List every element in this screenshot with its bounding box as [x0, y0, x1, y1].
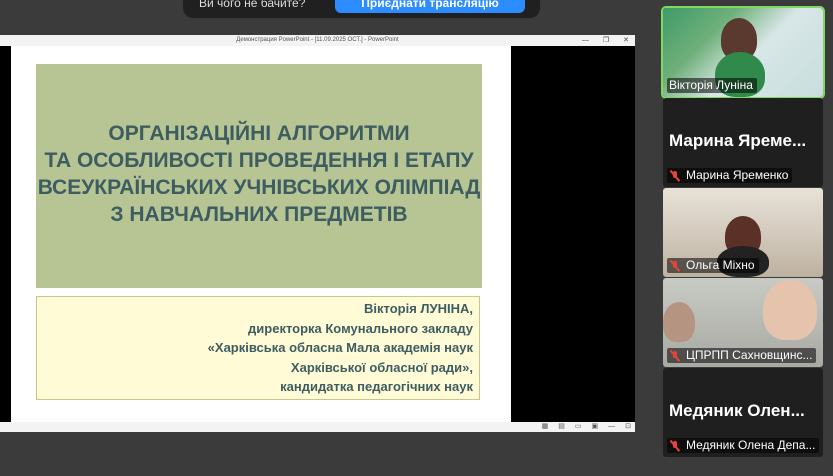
zoom-slider[interactable]: — [608, 422, 615, 432]
participant-tile[interactable]: Ольга Міхно [663, 188, 823, 277]
sorter-view-icon[interactable]: ▤ [558, 422, 565, 432]
participant-avatar-name: Марина Яреме... [669, 131, 807, 150]
participant-avatar-name: Медяник Олен... [669, 401, 805, 420]
restore-icon[interactable]: ❐ [603, 35, 609, 46]
participant-name: Вікторія Луніна [667, 78, 757, 93]
participant-name: Медяник Олена Депа... [667, 438, 820, 453]
slide-area: ОРГАНІЗАЦІЙНІ АЛГОРИТМИ ТА ОСОБЛИВОСТІ П… [0, 46, 635, 422]
minimize-icon[interactable]: — [582, 35, 589, 46]
participant-name-text: Вікторія Луніна [669, 78, 753, 92]
participant-name: Марина Яременко [667, 168, 793, 183]
mic-off-icon [669, 260, 681, 272]
share-banner: Ви чого не бачите? Приєднати трансляцію [183, 0, 540, 18]
slide-title-line: ТА ОСОБЛИВОСТІ ПРОВЕДЕННЯ І ЕТАПУ [44, 148, 474, 172]
share-banner-message: Ви чого не бачите? [199, 0, 306, 10]
reading-view-icon[interactable]: ▭ [575, 422, 582, 432]
shared-screen: Демонстрация PowerPoint - [11.09.2025 ОС… [0, 35, 635, 432]
mic-off-icon [669, 170, 681, 182]
mic-off-icon [669, 350, 681, 362]
ppt-window-title: Демонстрация PowerPoint - [11.09.2025 ОС… [236, 37, 399, 43]
participant-name-text: Ольга Міхно [686, 258, 755, 272]
slide-author-box: Вікторія ЛУНІНА, директорка Комунального… [36, 296, 480, 400]
participant-name: ЦПРПП Сахновщинс... [667, 348, 817, 363]
close-icon[interactable]: ✕ [623, 35, 629, 46]
participant-tile[interactable]: Марина Яреме... Марина Яременко [663, 98, 823, 187]
slide-title-line: ВСЕУКРАЇНСЬКИХ УЧНІВСЬКИХ ОЛІМПІАД [37, 175, 481, 199]
author-line: директорка Комунального закладу [248, 320, 473, 336]
mic-off-icon [669, 440, 681, 452]
author-line: кандидатка педагогічних наук [280, 379, 473, 394]
join-broadcast-button[interactable]: Приєднати трансляцію [335, 0, 525, 13]
fit-slide-icon[interactable]: ⊡ [625, 422, 631, 432]
participant-tile[interactable]: Медяник Олен... Медяник Олена Депа... [663, 368, 823, 457]
participant-video-person [663, 302, 695, 342]
slideshow-icon[interactable]: ▣ [592, 422, 599, 432]
slide: ОРГАНІЗАЦІЙНІ АЛГОРИТМИ ТА ОСОБЛИВОСТІ П… [11, 46, 511, 422]
normal-view-icon[interactable]: ▦ [542, 422, 549, 432]
slide-title: ОРГАНІЗАЦІЙНІ АЛГОРИТМИ ТА ОСОБЛИВОСТІ П… [38, 120, 481, 228]
ppt-statusbar: ▦ ▤ ▭ ▣ — ⊡ [0, 422, 635, 432]
participant-name-text: Медяник Олена Депа... [686, 438, 816, 452]
ppt-titlebar: Демонстрация PowerPoint - [11.09.2025 ОС… [0, 35, 635, 46]
participant-name: Ольга Міхно [667, 258, 759, 273]
slide-title-line: З НАВЧАЛЬНИХ ПРЕДМЕТІВ [110, 202, 408, 226]
participant-name-text: ЦПРПП Сахновщинс... [686, 348, 813, 362]
author-line: Вікторія ЛУНІНА, [364, 301, 473, 316]
participant-tile[interactable]: ЦПРПП Сахновщинс... [663, 278, 823, 367]
author-line: Харківської обласної ради», [290, 359, 473, 375]
author-line: «Харківська обласна Мала академія наук [207, 340, 473, 355]
slide-title-line: ОРГАНІЗАЦІЙНІ АЛГОРИТМИ [108, 121, 410, 145]
participant-name-text: Марина Яременко [686, 168, 789, 182]
slide-title-box: ОРГАНІЗАЦІЙНІ АЛГОРИТМИ ТА ОСОБЛИВОСТІ П… [36, 64, 482, 288]
participant-tile[interactable]: Вікторія Луніна [661, 6, 825, 99]
participant-video-person [763, 280, 817, 340]
